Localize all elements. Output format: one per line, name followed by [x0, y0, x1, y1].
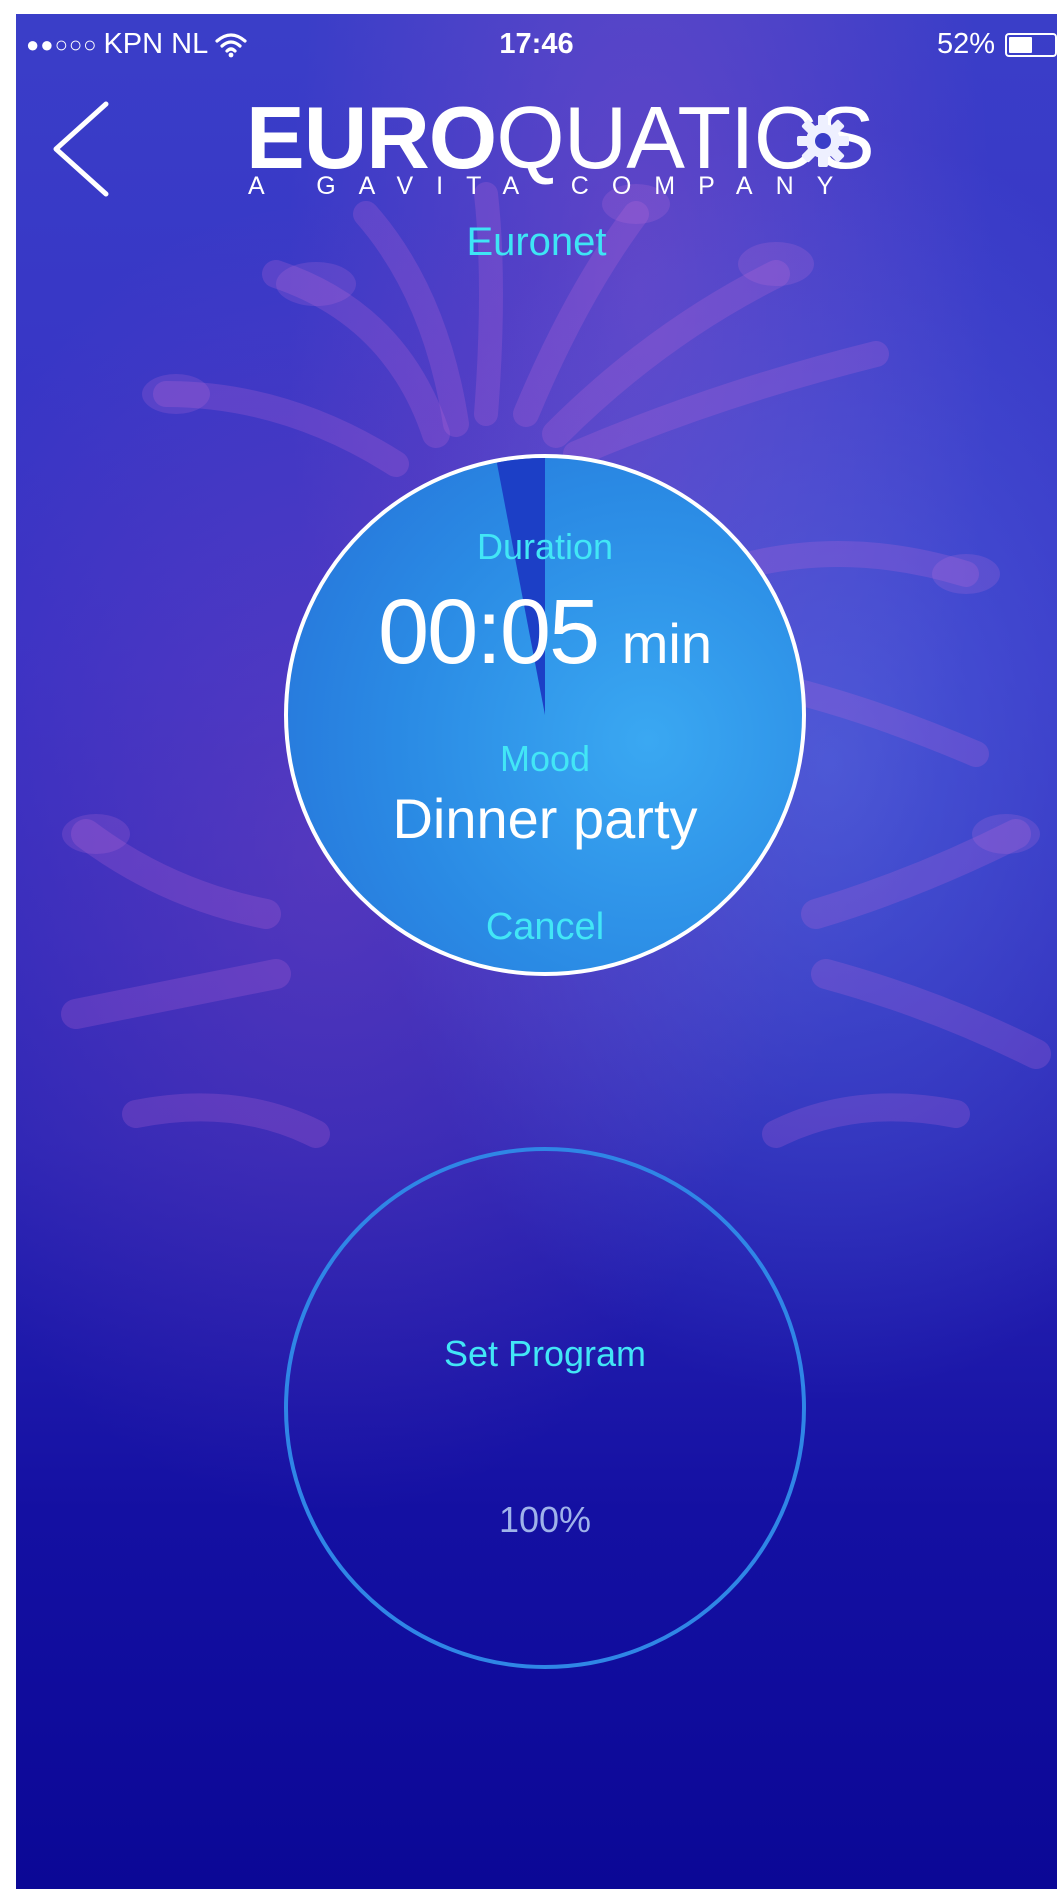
device-name: Euronet — [466, 220, 607, 264]
battery-fill — [1009, 36, 1032, 53]
battery-percent: 52% — [936, 28, 995, 60]
brand-logo: EUROQUATICS — [246, 94, 875, 182]
set-program-label: Set Program — [443, 1333, 647, 1374]
clock: 17:46 — [499, 28, 574, 60]
duration-label: Duration — [476, 526, 614, 567]
gear-icon — [797, 115, 849, 167]
battery-icon — [1005, 32, 1057, 57]
logo-tagline: A GAVITA COMPANY — [248, 172, 857, 200]
mood-label: Mood — [499, 738, 591, 779]
chevron-left-icon — [53, 101, 109, 197]
settings-button[interactable] — [796, 114, 850, 168]
status-bar: ●●○○○ KPN NL 17:46 52% — [16, 14, 1057, 72]
timer-dial: Duration 00:05 min Mood Dinner party Can… — [284, 454, 806, 976]
back-button[interactable] — [44, 94, 114, 204]
duration-unit: min — [621, 612, 713, 675]
duration-value: 00:05 min — [288, 580, 802, 685]
set-program-button[interactable]: Set Program 100% — [284, 1147, 806, 1669]
program-intensity: 100% — [498, 1499, 592, 1540]
cancel-button[interactable]: Cancel — [288, 906, 802, 949]
battery-group: 52% — [937, 28, 1057, 61]
mood-value: Dinner party — [392, 787, 698, 850]
duration-time: 00:05 — [377, 581, 600, 683]
app-screen: ●●○○○ KPN NL 17:46 52% EUROQUATICS A GAV… — [16, 14, 1057, 1889]
